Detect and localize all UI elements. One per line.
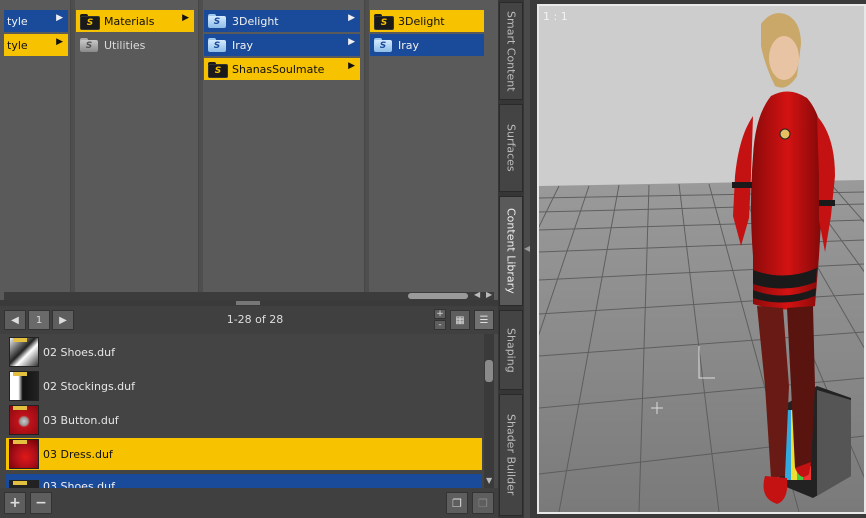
copy-icon: ❐ (452, 496, 462, 510)
tab-surfaces[interactable]: Surfaces (499, 104, 523, 192)
browser-item-label: 3Delight (232, 14, 279, 28)
grid-view-button[interactable]: ▦ (450, 310, 470, 330)
folder-icon: S (373, 37, 393, 53)
browser-item-utilities[interactable]: S Utilities (76, 34, 194, 56)
folder-icon: S (207, 61, 228, 78)
folder-icon: S (79, 37, 99, 53)
browser-item-label: ShanasSoulmate (232, 62, 325, 76)
folder-icon: S (79, 13, 100, 30)
vertical-scrollbar[interactable] (484, 334, 494, 488)
browser-item-label: Iray (398, 38, 420, 52)
chevron-right-icon: ▶ (56, 37, 63, 47)
browser-item-col1-row2[interactable]: tyle ▶ (4, 34, 68, 56)
tab-content-library[interactable]: Content Library (499, 196, 523, 306)
content-browser: tyle ▶ tyle ▶ S Materials ▶ S Utilities … (0, 0, 498, 300)
minus-icon: − (35, 495, 47, 511)
thumbnail-image (9, 337, 39, 367)
horizontal-scroll-thumb[interactable] (408, 293, 468, 299)
browser-item-label: Materials (104, 14, 155, 28)
page-count-label: 1-28 of 28 (226, 313, 284, 326)
browser-item-label: tyle (7, 38, 28, 52)
chevron-right-icon: ▶ (182, 13, 189, 23)
arrow-left-icon: ◀ (11, 314, 19, 326)
tab-label: Shader Builder (504, 414, 518, 496)
minus-icon: - (438, 320, 442, 330)
browser-item-col1-row1[interactable]: tyle ▶ (4, 10, 68, 32)
add-button[interactable]: + (4, 492, 26, 514)
file-name: 03 Shoes.duf (43, 480, 115, 488)
vertical-scroll-thumb[interactable] (485, 360, 493, 382)
zoom-out-button[interactable]: - (434, 320, 446, 330)
remove-button[interactable]: − (30, 492, 52, 514)
browser-item-iray[interactable]: S Iray ▶ (204, 34, 360, 56)
browser-item-label: Utilities (104, 38, 146, 52)
bottom-toolbar (0, 488, 498, 518)
plus-icon: + (9, 495, 21, 511)
file-name: 02 Shoes.duf (43, 345, 115, 359)
next-page-button[interactable]: ▶ (52, 310, 74, 330)
list-item[interactable]: 03 Button.duf (6, 404, 482, 436)
chevron-right-icon: ▶ (348, 61, 355, 71)
scroll-left-icon[interactable]: ◀ (474, 290, 480, 299)
list-item-selected[interactable]: 03 Dress.duf (6, 438, 482, 470)
browser-item-iray-sub[interactable]: S Iray (370, 34, 484, 56)
list-item[interactable]: 03 Shoes.duf (6, 474, 482, 488)
list-item[interactable]: 02 Shoes.duf (6, 336, 482, 368)
column-divider[interactable] (364, 0, 369, 292)
column-divider[interactable] (198, 0, 203, 292)
zoom-in-button[interactable]: + (434, 309, 446, 319)
folder-icon: S (207, 13, 227, 29)
thumbnail-image (9, 405, 39, 435)
paste-icon: ❐ (478, 496, 488, 510)
browser-item-label: 3Delight (398, 14, 445, 28)
column-divider[interactable] (70, 0, 75, 292)
scene-render (539, 6, 864, 512)
browser-item-shanassoulmate[interactable]: S ShanasSoulmate ▶ (204, 58, 360, 80)
thumbnail-image (9, 480, 39, 488)
browser-item-label: tyle (7, 14, 28, 28)
chevron-right-icon: ▶ (348, 37, 355, 47)
file-name: 03 Dress.duf (43, 447, 113, 461)
list-view-button[interactable]: ☰ (474, 310, 494, 330)
page-number-field[interactable]: 1 (28, 310, 50, 330)
prev-page-button[interactable]: ◀ (4, 310, 26, 330)
copy-button[interactable]: ❐ (446, 492, 468, 514)
list-view-icon: ☰ (479, 314, 489, 326)
tab-label: Smart Content (504, 10, 518, 92)
tab-label: Surfaces (504, 124, 518, 172)
browser-item-3delight-sub[interactable]: S 3Delight (370, 10, 484, 32)
browser-item-label: Iray (232, 38, 254, 52)
thumbnail-image (9, 439, 39, 469)
page-number: 1 (35, 314, 43, 326)
file-name: 03 Button.duf (43, 413, 119, 427)
scroll-down-icon[interactable]: ▼ (486, 476, 492, 485)
tab-label: Content Library (504, 208, 518, 294)
thumbnail-image (9, 371, 39, 401)
splitter-grip-icon[interactable] (236, 301, 260, 305)
file-name: 02 Stockings.duf (43, 379, 136, 393)
chevron-right-icon: ▶ (348, 13, 355, 23)
file-list: 02 Shoes.duf 02 Stockings.duf 03 Button.… (0, 334, 484, 488)
browser-item-3delight[interactable]: S 3Delight ▶ (204, 10, 360, 32)
tab-shaping[interactable]: Shaping (499, 310, 523, 390)
3d-viewport[interactable] (537, 4, 866, 514)
tab-shader-builder[interactable]: Shader Builder (499, 394, 523, 516)
scroll-right-icon[interactable]: ▶ (486, 290, 492, 299)
cube-prop (779, 386, 851, 498)
plus-icon: + (436, 309, 444, 319)
folder-icon: S (207, 37, 227, 53)
paste-button[interactable]: ❐ (472, 492, 494, 514)
arrow-right-icon: ▶ (59, 314, 67, 326)
folder-icon: S (373, 13, 394, 30)
viewport-zoom-label: 1 : 1 (543, 10, 568, 23)
chevron-right-icon: ▶ (56, 13, 63, 23)
grid-view-icon: ▦ (455, 314, 465, 326)
list-item[interactable]: 02 Stockings.duf (6, 370, 482, 402)
tab-smart-content[interactable]: Smart Content (499, 2, 523, 100)
browser-item-materials[interactable]: S Materials ▶ (76, 10, 194, 32)
tab-label: Shaping (504, 327, 518, 373)
